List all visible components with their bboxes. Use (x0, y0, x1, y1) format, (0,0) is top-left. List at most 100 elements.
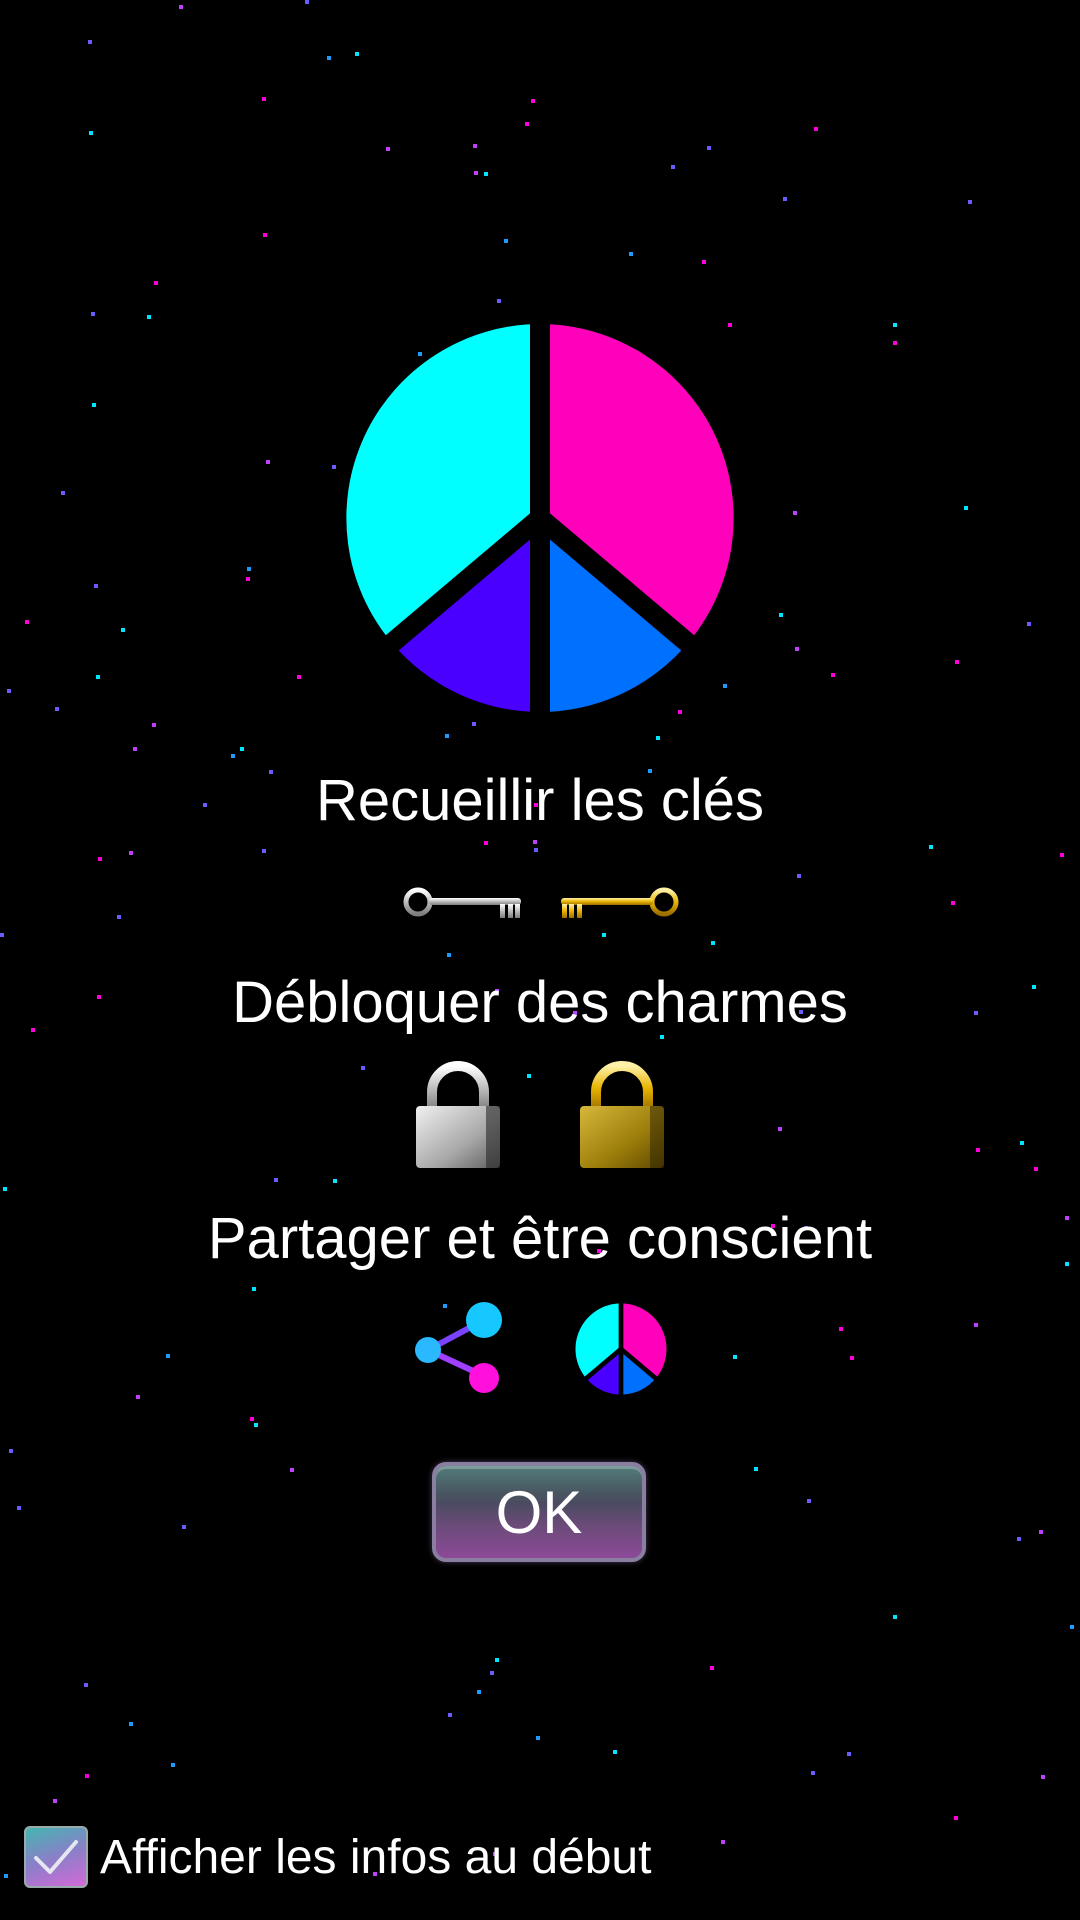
ok-button[interactable]: OK (432, 1462, 646, 1562)
star-dot (472, 722, 476, 726)
star-dot (445, 734, 449, 738)
checkmark-icon (34, 1840, 78, 1874)
share-icon (415, 1302, 502, 1393)
star-dot (17, 1506, 21, 1510)
star-dot (263, 233, 267, 237)
star-dot (702, 260, 706, 264)
star-dot (447, 953, 451, 957)
star-dot (839, 1327, 843, 1331)
star-dot (974, 1323, 978, 1327)
star-dot (1027, 622, 1031, 626)
star-dot (290, 1468, 294, 1472)
peace-sign-icon (575, 1302, 667, 1396)
star-dot (332, 465, 336, 469)
ok-button-label: OK (495, 1478, 583, 1546)
star-dot (893, 341, 897, 345)
star-dot (1039, 1530, 1043, 1534)
star-dot (951, 901, 955, 905)
star-dot (656, 736, 660, 740)
star-dot (807, 1499, 811, 1503)
star-dot (504, 239, 508, 243)
star-dot (964, 506, 968, 510)
star-dot (490, 1671, 494, 1675)
silver-key-icon (403, 887, 521, 918)
star-dot (783, 197, 787, 201)
star-dot (710, 1666, 714, 1670)
star-dot (531, 99, 535, 103)
star-dot (333, 1179, 337, 1183)
gold-key-icon (561, 887, 679, 918)
silver-padlock-icon (416, 1061, 500, 1168)
star-dot (98, 857, 102, 861)
star-dot (1070, 1625, 1074, 1629)
star-dot (246, 577, 250, 581)
star-dot (525, 122, 529, 126)
star-dot (495, 1658, 499, 1662)
star-dot (814, 127, 818, 131)
star-dot (473, 144, 477, 148)
star-dot (1060, 853, 1064, 857)
star-dot (929, 845, 933, 849)
star-dot (474, 171, 478, 175)
star-dot (96, 675, 100, 679)
star-dot (84, 1683, 88, 1687)
star-dot (133, 747, 137, 751)
star-dot (88, 40, 92, 44)
star-dot (477, 1690, 481, 1694)
starfield-background (0, 0, 1080, 1920)
star-dot (166, 1354, 170, 1358)
star-dot (231, 754, 235, 758)
star-dot (91, 312, 95, 316)
star-dot (53, 1799, 57, 1803)
star-dot (954, 1816, 958, 1820)
gold-padlock-icon (580, 1061, 664, 1168)
star-dot (484, 172, 488, 176)
star-dot (147, 315, 151, 319)
star-dot (129, 1722, 133, 1726)
star-dot (252, 1287, 256, 1291)
star-dot (25, 620, 29, 624)
star-dot (4, 1874, 8, 1878)
star-dot (154, 281, 158, 285)
star-dot (0, 933, 4, 937)
star-dot (386, 147, 390, 151)
star-dot (671, 165, 675, 169)
star-dot (484, 841, 488, 845)
star-dot (793, 511, 797, 515)
star-dot (534, 848, 538, 852)
star-dot (262, 849, 266, 853)
star-dot (831, 673, 835, 677)
star-dot (182, 1525, 186, 1529)
show-info-checkbox[interactable] (24, 1826, 88, 1888)
star-dot (1034, 1167, 1038, 1171)
star-dot (274, 1178, 278, 1182)
star-dot (721, 1840, 725, 1844)
star-dot (171, 1763, 175, 1767)
star-dot (61, 491, 65, 495)
collect-keys-title: Recueillir les clés (315, 768, 765, 833)
star-dot (129, 851, 133, 855)
star-dot (92, 403, 96, 407)
star-dot (976, 1148, 980, 1152)
star-dot (797, 874, 801, 878)
star-dot (136, 1395, 140, 1399)
star-dot (602, 933, 606, 937)
star-dot (733, 1355, 737, 1359)
star-dot (847, 1752, 851, 1756)
star-dot (327, 56, 331, 60)
star-dot (1041, 1775, 1045, 1779)
star-dot (497, 299, 501, 303)
star-dot (305, 0, 309, 4)
share-aware-title: Partager et être conscient (207, 1206, 873, 1271)
unlock-charms-title: Débloquer des charmes (232, 970, 848, 1035)
star-dot (850, 1356, 854, 1360)
star-dot (779, 613, 783, 617)
star-dot (536, 1736, 540, 1740)
star-dot (1017, 1537, 1021, 1541)
star-dot (262, 97, 266, 101)
star-dot (250, 1417, 254, 1421)
star-dot (968, 200, 972, 204)
star-dot (448, 1713, 452, 1717)
star-dot (955, 660, 959, 664)
star-dot (613, 1750, 617, 1754)
